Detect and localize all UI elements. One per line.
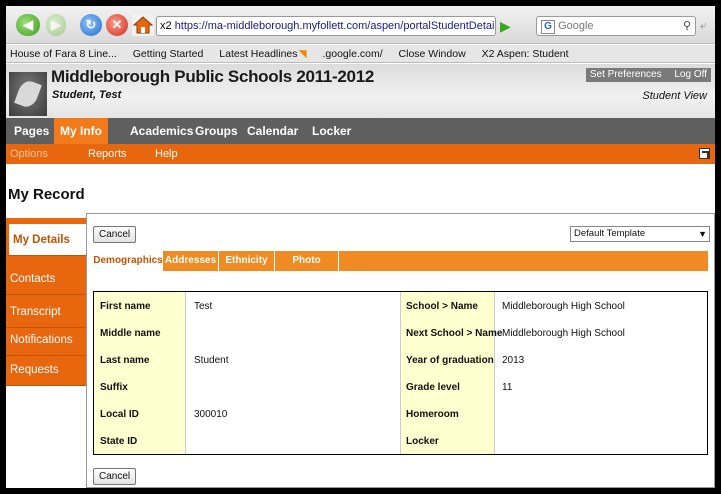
back-arrow-icon: ◀: [23, 17, 33, 32]
record-panel: Cancel Default Template ▼ Demographics Ad…: [86, 213, 715, 488]
detail-tabs: Demographics Addresses Ethnicity Photo: [93, 251, 708, 271]
dropdown-arrow-icon: ▼: [698, 229, 707, 239]
bookmark-item[interactable]: Close Window: [399, 48, 466, 60]
field-label: School > Name: [406, 301, 478, 312]
rss-icon: ◥: [298, 48, 307, 60]
back-button[interactable]: ◀: [16, 14, 40, 36]
school-title: Middleborough Public Schools 2011-2012: [51, 67, 375, 86]
label-column-right: [400, 292, 495, 454]
sidebar-item-requests[interactable]: Requests: [6, 354, 86, 386]
google-icon: G: [541, 20, 555, 34]
field-label: Next School > Name: [406, 328, 503, 339]
template-value: Default Template: [574, 228, 646, 239]
reload-button[interactable]: ↻: [80, 14, 102, 36]
reports-menu[interactable]: Reports: [88, 144, 127, 164]
field-label: Last name: [100, 355, 150, 366]
tab-pages[interactable]: Pages: [8, 118, 55, 144]
go-icon[interactable]: ▶: [500, 17, 518, 35]
field-value: Student: [194, 355, 229, 366]
field-value: Middleborough High School: [502, 328, 625, 339]
help-menu[interactable]: Help: [155, 144, 178, 164]
home-button[interactable]: [132, 14, 154, 36]
reload-icon: ↻: [85, 17, 97, 32]
tab-demographics[interactable]: Demographics: [93, 251, 163, 271]
template-select[interactable]: Default Template ▼: [570, 226, 710, 242]
options-menu[interactable]: Options: [10, 144, 48, 164]
popout-icon[interactable]: [699, 148, 710, 159]
field-label: First name: [100, 301, 151, 312]
url-prefix: x2: [160, 20, 172, 32]
search-engine-label: Google: [558, 20, 594, 32]
tab-my-info[interactable]: My Info: [54, 118, 108, 144]
tab-groups[interactable]: Groups: [189, 118, 244, 144]
tab-ethnicity[interactable]: Ethnicity: [219, 251, 275, 271]
search-input[interactable]: G Google ⚲: [536, 16, 696, 36]
sidebar-item-my-details[interactable]: My Details: [6, 224, 86, 256]
cancel-button[interactable]: Cancel: [93, 226, 137, 243]
cancel-button-bottom[interactable]: Cancel: [93, 468, 137, 485]
main-tabs: Pages My Info Academics Groups Calendar …: [6, 118, 715, 144]
bookmark-item[interactable]: Latest Headlines: [219, 48, 297, 60]
field-label: Locker: [406, 436, 439, 447]
sidebar: My Details Contacts Transcript Notificat…: [6, 218, 86, 386]
field-label: Local ID: [100, 409, 139, 420]
stop-button[interactable]: ✕: [106, 14, 128, 36]
tab-addresses[interactable]: Addresses: [163, 251, 219, 271]
field-label: Grade level: [406, 382, 460, 393]
sub-menu-bar: Options Reports Help: [6, 144, 715, 164]
bookmark-item[interactable]: .google.com/: [323, 48, 383, 60]
leaf-icon: [14, 78, 42, 110]
home-icon: [132, 16, 154, 34]
stop-icon: ✕: [111, 17, 123, 32]
browser-window: ◀ ▶ ↻ ✕ x2 https://ma-middleborough.myfo…: [6, 6, 715, 488]
url-text: https://ma-middleborough.myfollett.com/a…: [174, 20, 495, 32]
set-preferences-link[interactable]: Set Preferences: [590, 69, 662, 80]
forward-arrow-icon: ▶: [51, 17, 61, 32]
header-links: Set Preferences Log Off: [585, 68, 711, 82]
demographics-form: First name Test Middle name Last name Studen…: [93, 291, 708, 455]
label-column-left: [94, 292, 186, 454]
student-name: Student, Test: [52, 89, 122, 101]
field-label: Suffix: [100, 382, 128, 393]
field-value: 2013: [502, 355, 525, 366]
page-title: My Record: [8, 186, 85, 203]
field-label: Middle name: [100, 328, 161, 339]
bookmark-item[interactable]: House of Fara 8 Line...: [10, 48, 117, 60]
tab-locker[interactable]: Locker: [306, 118, 357, 144]
tab-photo[interactable]: Photo: [275, 251, 339, 271]
field-value: Test: [194, 301, 213, 312]
field-value: 11: [502, 382, 513, 393]
field-value: 300010: [194, 409, 228, 420]
url-input[interactable]: x2 https://ma-middleborough.myfollett.co…: [156, 16, 496, 36]
field-label: State ID: [100, 436, 138, 447]
app-header: Middleborough Public Schools 2011-2012 S…: [6, 64, 715, 118]
view-label: Student View: [642, 90, 707, 102]
field-label: Homeroom: [406, 409, 459, 420]
sidebar-item-notifications[interactable]: Notifications: [6, 324, 86, 356]
search-icon[interactable]: ⚲: [683, 17, 691, 35]
bookmark-item[interactable]: Getting Started: [133, 48, 204, 60]
field-value: Middleborough High School: [502, 301, 625, 312]
browser-toolbar: ◀ ▶ ↻ ✕ x2 https://ma-middleborough.myfo…: [6, 6, 715, 44]
log-off-link[interactable]: Log Off: [674, 69, 707, 80]
sidebar-item-contacts[interactable]: Contacts: [6, 263, 86, 295]
forward-button[interactable]: ▶: [46, 14, 66, 36]
bookmark-item[interactable]: X2 Aspen: Student: [482, 48, 569, 60]
field-label: Year of graduation: [406, 355, 494, 366]
bookmarks-bar: House of Fara 8 Line... Getting Started …: [6, 45, 715, 63]
school-logo: [9, 72, 47, 116]
tab-calendar[interactable]: Calendar: [241, 118, 304, 144]
page-curl-icon: ⤶: [700, 18, 707, 32]
